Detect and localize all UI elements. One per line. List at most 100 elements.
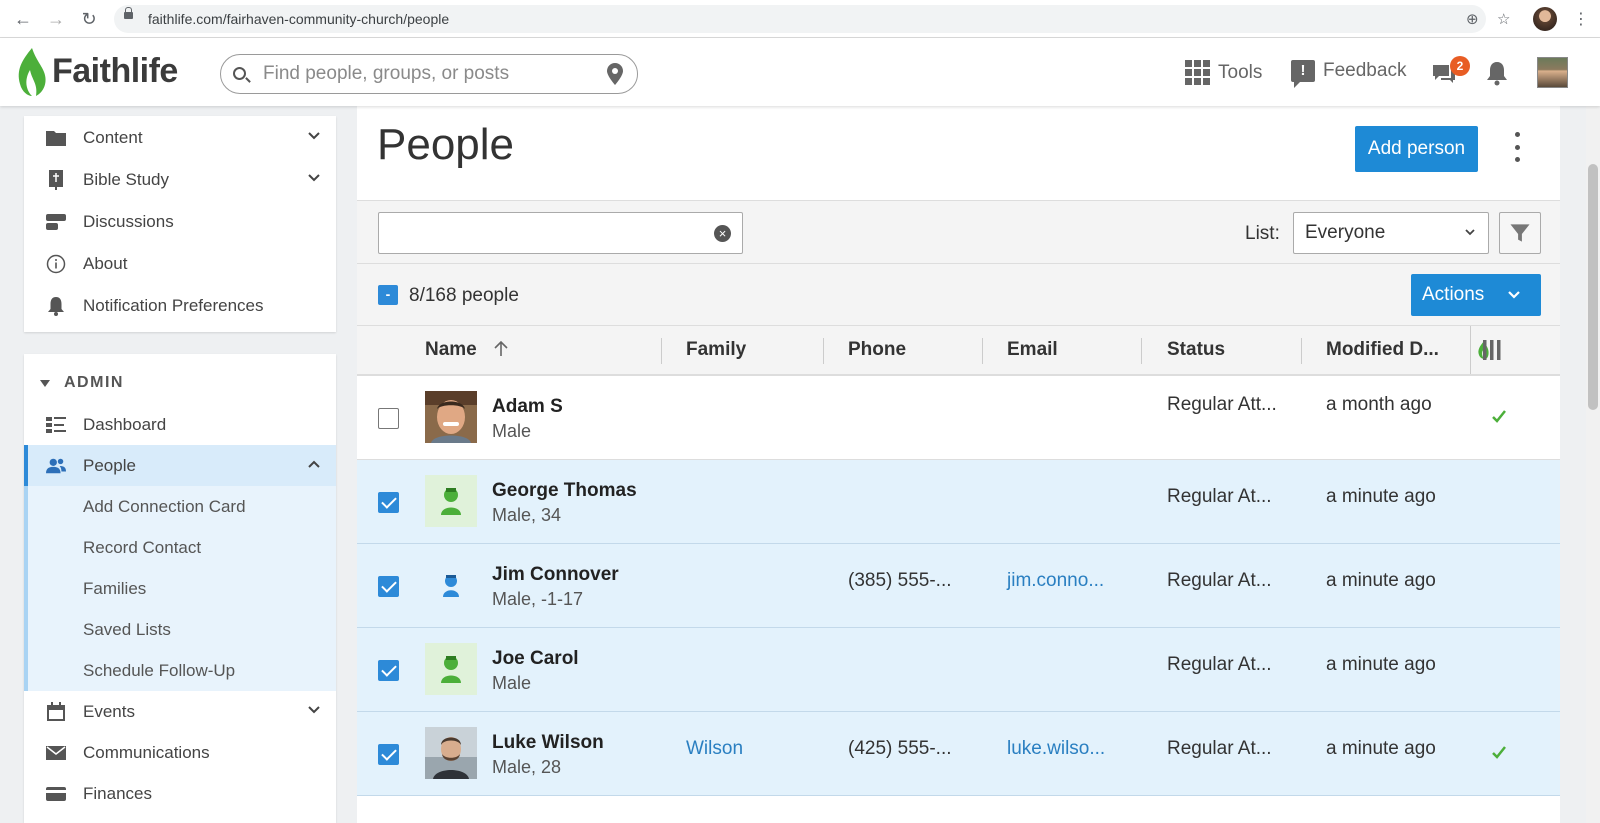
location-pin-icon[interactable] [607, 63, 623, 85]
family-cell[interactable]: Wilson [686, 738, 743, 760]
sidebar-item-finances[interactable]: Finances [24, 773, 336, 814]
row-checkbox[interactable] [378, 744, 399, 765]
tools-menu[interactable]: Tools [1185, 60, 1262, 85]
sidebar-item-saved-lists[interactable]: Saved Lists [24, 609, 336, 650]
sidebar-item-content[interactable]: Content [24, 117, 336, 158]
back-arrow-icon[interactable]: ← [12, 8, 34, 30]
table-row[interactable]: Jim Connover Male, -1-17 (385) 555-... j… [357, 544, 1560, 628]
browser-profile-avatar[interactable] [1533, 7, 1557, 31]
global-search[interactable] [220, 54, 638, 94]
people-filter-input[interactable]: × [378, 212, 743, 254]
column-header-email[interactable]: Email [1007, 339, 1058, 361]
sidebar-item-schedule-follow-up[interactable]: Schedule Follow-Up [24, 650, 336, 691]
avatar [425, 643, 477, 695]
feedback-button[interactable]: ! Feedback [1291, 60, 1407, 88]
chevron-down-icon[interactable] [306, 170, 322, 186]
sidebar-item-label: Bible Study [83, 170, 169, 189]
sidebar-item-notification-preferences[interactable]: Notification Preferences [24, 285, 336, 326]
row-checkbox[interactable] [378, 576, 399, 597]
column-header-modified[interactable]: Modified D... [1326, 339, 1439, 361]
avatar [425, 475, 477, 527]
more-options-icon[interactable] [1513, 132, 1521, 162]
email-cell[interactable]: luke.wilso... [1007, 738, 1105, 760]
clear-icon[interactable]: × [714, 225, 731, 242]
sidebar-item-record-contact[interactable]: Record Contact [24, 527, 336, 568]
people-panel: People Add person × List: Everyone - 8/1… [357, 106, 1560, 823]
row-checkbox[interactable] [378, 492, 399, 513]
admin-section-toggle[interactable]: ADMIN [40, 374, 124, 392]
table-row[interactable]: Joe Carol Male Regular At... a minute ag… [357, 628, 1560, 712]
sidebar-item-about[interactable]: About [24, 243, 336, 284]
avatar [443, 575, 459, 597]
notifications-bell-icon[interactable] [1485, 60, 1509, 86]
sidebar-item-families[interactable]: Families [24, 568, 336, 609]
sidebar-item-people[interactable]: People [24, 445, 336, 486]
list-select[interactable]: Everyone [1293, 212, 1489, 254]
phone-cell: (425) 555-... [848, 738, 952, 759]
column-settings[interactable] [1470, 326, 1560, 374]
bookmark-star-icon[interactable]: ☆ [1497, 10, 1510, 28]
browser-menu-icon[interactable]: ⋮ [1573, 9, 1589, 29]
bell-icon [48, 297, 64, 316]
person-name[interactable]: Adam S [492, 396, 563, 418]
column-header-status[interactable]: Status [1167, 339, 1225, 361]
column-header-phone[interactable]: Phone [848, 339, 906, 361]
sidebar-group-menu: Content Bible Study Discussions About No… [24, 116, 336, 332]
status-cell: Regular At... [1167, 486, 1272, 507]
sidebar-item-events[interactable]: Events [24, 691, 336, 732]
sidebar-item-bible-study[interactable]: Bible Study [24, 159, 336, 200]
people-icon [46, 458, 66, 474]
select-all-checkbox[interactable]: - [378, 285, 398, 305]
user-avatar[interactable] [1537, 57, 1568, 88]
person-name[interactable]: Joe Carol [492, 648, 579, 670]
column-header-family[interactable]: Family [686, 339, 746, 361]
table-row[interactable]: George Thomas Male, 34 Regular At... a m… [357, 460, 1560, 544]
table-row[interactable]: Luke Wilson Male, 28 Wilson (425) 555-..… [357, 712, 1560, 796]
page-scrollbar[interactable] [1586, 106, 1600, 823]
sidebar-admin: ADMIN Dashboard People Add Connection Ca… [24, 354, 336, 823]
zoom-icon[interactable]: ⊕ [1466, 10, 1479, 28]
person-details: Male [492, 421, 532, 441]
status-cell: Regular Att... [1167, 394, 1277, 415]
modified-cell: a minute ago [1326, 654, 1436, 675]
add-person-button[interactable]: Add person [1355, 126, 1478, 172]
url-text: faithlife.com/fairhaven-community-church… [148, 11, 450, 27]
messages-badge: 2 [1450, 56, 1470, 76]
actions-button[interactable]: Actions [1411, 274, 1541, 316]
bible-icon [49, 170, 63, 190]
chevron-down-icon[interactable] [306, 128, 322, 144]
email-cell[interactable]: jim.conno... [1007, 570, 1104, 592]
column-header-name[interactable]: Name [425, 339, 477, 361]
address-bar[interactable]: faithlife.com/fairhaven-community-church… [114, 5, 1510, 33]
sidebar-item-discussions[interactable]: Discussions [24, 201, 336, 242]
reload-icon[interactable]: ↻ [78, 8, 100, 30]
status-cell: Regular At... [1167, 654, 1272, 675]
sidebar-item-label: Discussions [83, 212, 174, 231]
modified-cell: a month ago [1326, 394, 1432, 415]
faithlife-flame-icon[interactable] [14, 46, 48, 98]
filter-button[interactable] [1499, 212, 1541, 254]
table-row[interactable]: Adam S Male Regular Att... a month ago [357, 376, 1560, 460]
forward-arrow-icon[interactable]: → [45, 8, 67, 30]
scrollbar-thumb[interactable] [1588, 164, 1598, 410]
feedback-label: Feedback [1323, 60, 1407, 81]
sidebar-item-communications[interactable]: Communications [24, 732, 336, 773]
person-name[interactable]: George Thomas [492, 480, 637, 502]
grid-icon [1185, 60, 1210, 85]
person-name[interactable]: Jim Connover [492, 564, 619, 586]
sort-ascending-icon[interactable] [493, 340, 509, 358]
person-details: Male [492, 673, 532, 693]
person-details: Male, 28 [492, 757, 562, 777]
global-search-input[interactable] [263, 63, 593, 85]
chevron-up-icon[interactable] [306, 456, 322, 472]
row-checkbox[interactable] [378, 660, 399, 681]
sidebar-item-add-connection-card[interactable]: Add Connection Card [24, 486, 336, 527]
faithlife-logo[interactable]: Faithlife [52, 52, 178, 91]
row-checkbox[interactable] [378, 408, 399, 429]
sidebar-item-dashboard[interactable]: Dashboard [24, 404, 336, 445]
folder-icon [46, 131, 66, 146]
info-icon [46, 254, 66, 274]
chevron-down-icon[interactable] [306, 702, 322, 718]
calendar-icon [47, 702, 65, 721]
person-name[interactable]: Luke Wilson [492, 732, 604, 754]
